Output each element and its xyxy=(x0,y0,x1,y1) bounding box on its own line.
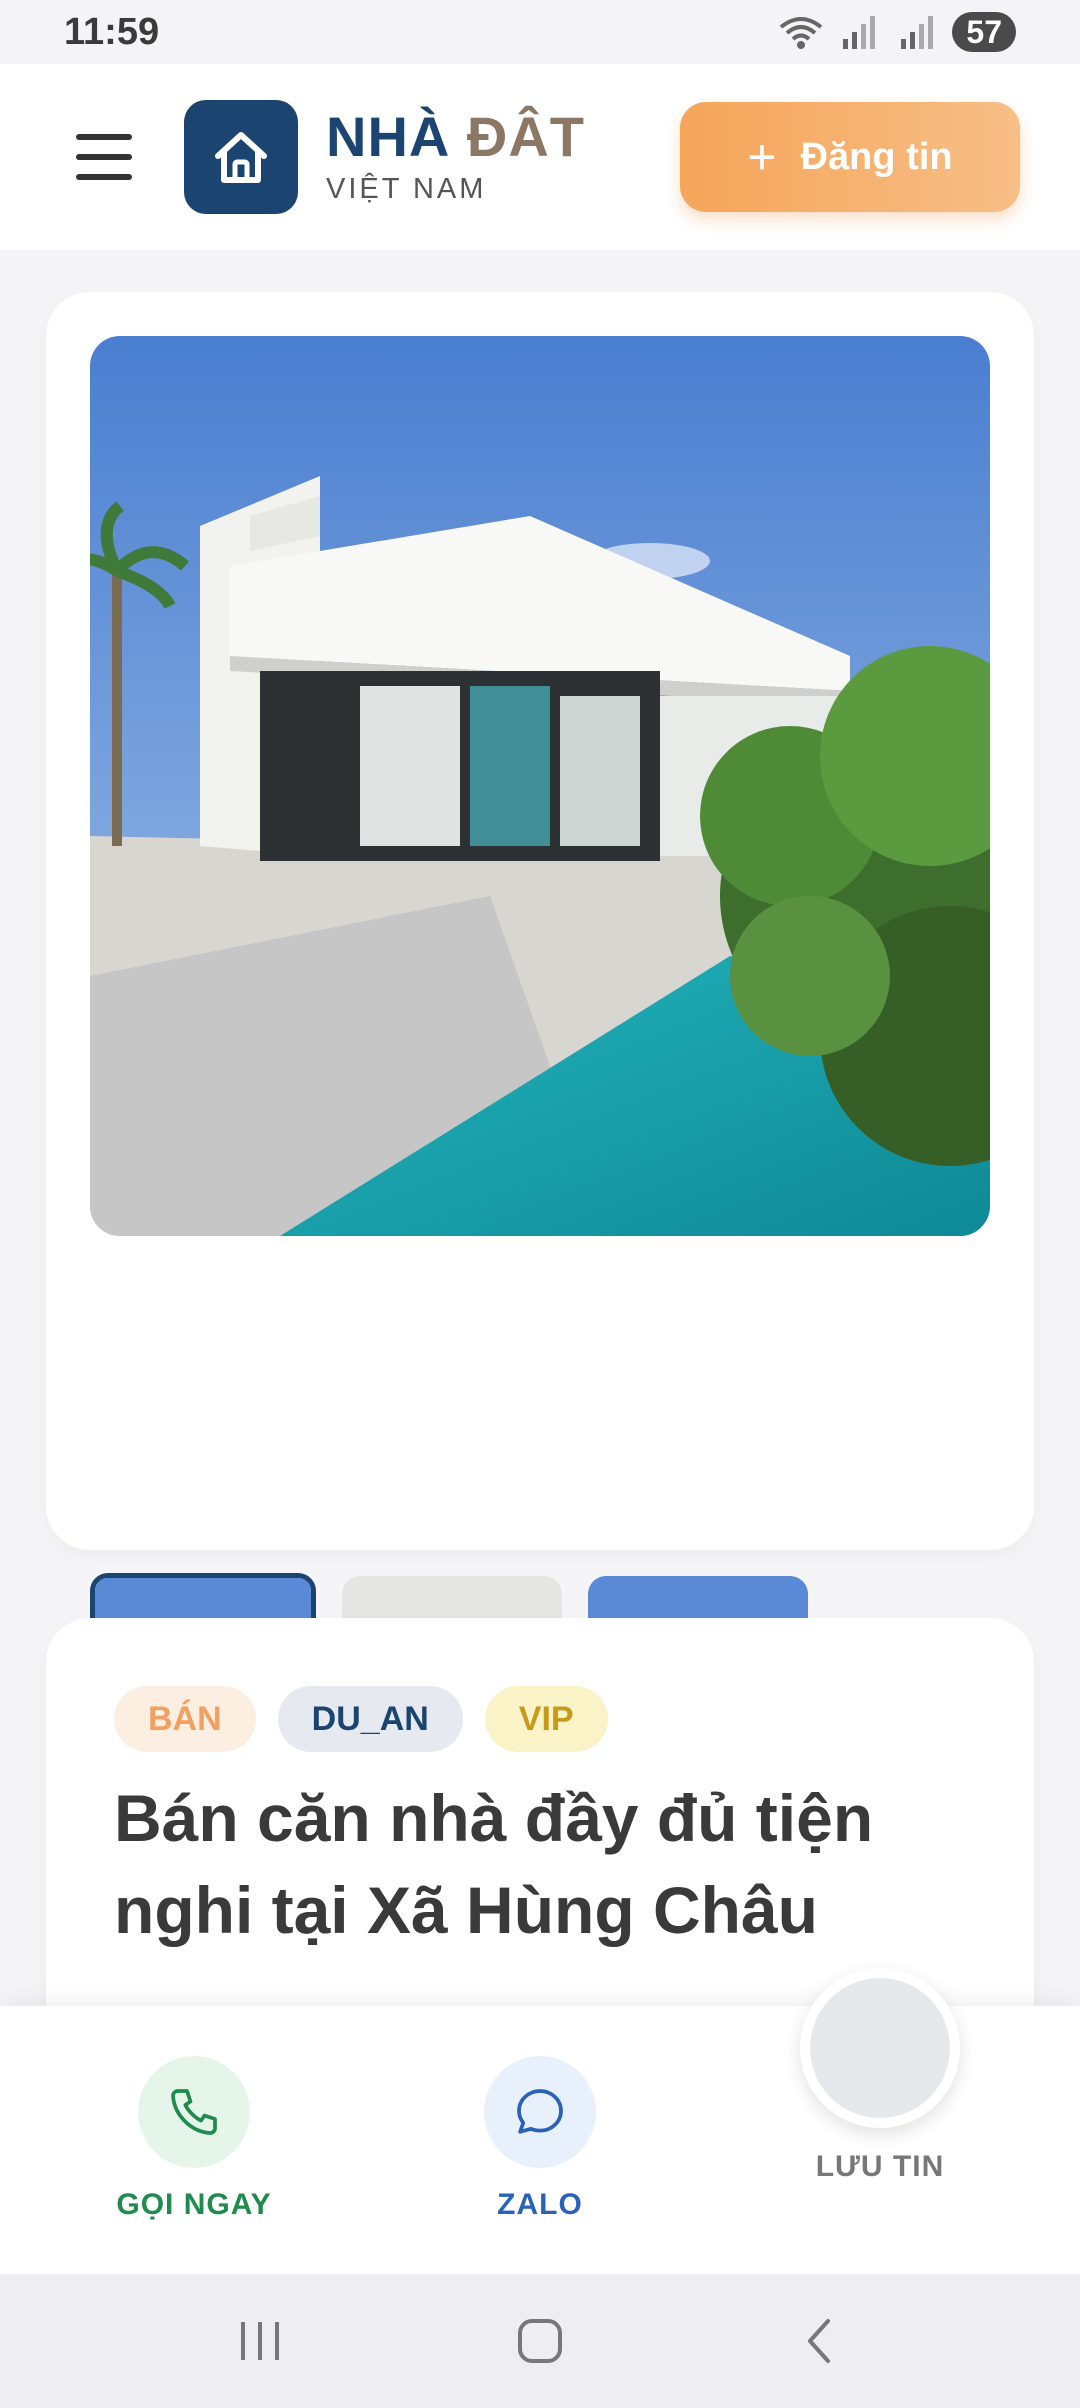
menu-icon[interactable] xyxy=(76,134,132,180)
zalo-label: ZALO xyxy=(497,2188,583,2221)
wifi-icon xyxy=(780,17,823,49)
status-bar: 11:59 57 xyxy=(0,0,1080,64)
app-header: NHÀ ĐÂT VIỆT NAM + Đăng tin xyxy=(0,64,1080,250)
status-time: 11:59 xyxy=(64,10,160,53)
home-icon[interactable] xyxy=(500,2311,580,2371)
listing-title: Bán căn nhà đầy đủ tiện nghi tại Xã Hùng… xyxy=(114,1781,874,1947)
battery-level: 57 xyxy=(952,12,1016,52)
plus-icon: + xyxy=(747,129,777,185)
house-icon xyxy=(184,100,298,214)
status-icons: 57 xyxy=(778,12,1016,52)
system-nav-bar xyxy=(0,2274,1080,2408)
tag-sale: BÁN xyxy=(114,1686,256,1752)
main-photo[interactable] xyxy=(90,336,990,1236)
zalo-button[interactable]: ZALO xyxy=(458,2056,622,2222)
logo-subtitle: VIỆT NAM xyxy=(326,172,487,205)
recent-apps-icon[interactable] xyxy=(220,2311,300,2371)
save-icon xyxy=(800,1968,960,2128)
logo-title: NHÀ ĐÂT xyxy=(326,104,585,168)
call-label: GỌI NGAY xyxy=(116,2188,272,2221)
logo[interactable]: NHÀ ĐÂT VIỆT NAM xyxy=(184,100,585,214)
post-listing-button[interactable]: + Đăng tin xyxy=(680,102,1020,212)
gallery-card xyxy=(46,292,1034,1797)
chat-bubble-icon xyxy=(484,2056,596,2168)
back-icon[interactable] xyxy=(780,2311,860,2371)
save-listing-button[interactable]: LƯU TIN xyxy=(800,1968,960,2184)
phone-icon xyxy=(138,2056,250,2168)
signal-icon-2 xyxy=(901,16,934,49)
tag-project: DU_AN xyxy=(277,1686,463,1752)
call-button[interactable]: GỌI NGAY xyxy=(112,2056,276,2222)
tag-vip: VIP xyxy=(484,1686,608,1752)
action-bar: GỌI NGAY ZALO LƯU TIN xyxy=(0,1968,1080,2274)
save-label: LƯU TIN xyxy=(815,2150,945,2183)
signal-icon xyxy=(843,16,876,49)
tag-list: BÁN DU_AN VIP xyxy=(114,1686,608,1752)
post-listing-label: Đăng tin xyxy=(800,135,953,178)
logo-text: NHÀ ĐÂT VIỆT NAM xyxy=(326,104,585,206)
